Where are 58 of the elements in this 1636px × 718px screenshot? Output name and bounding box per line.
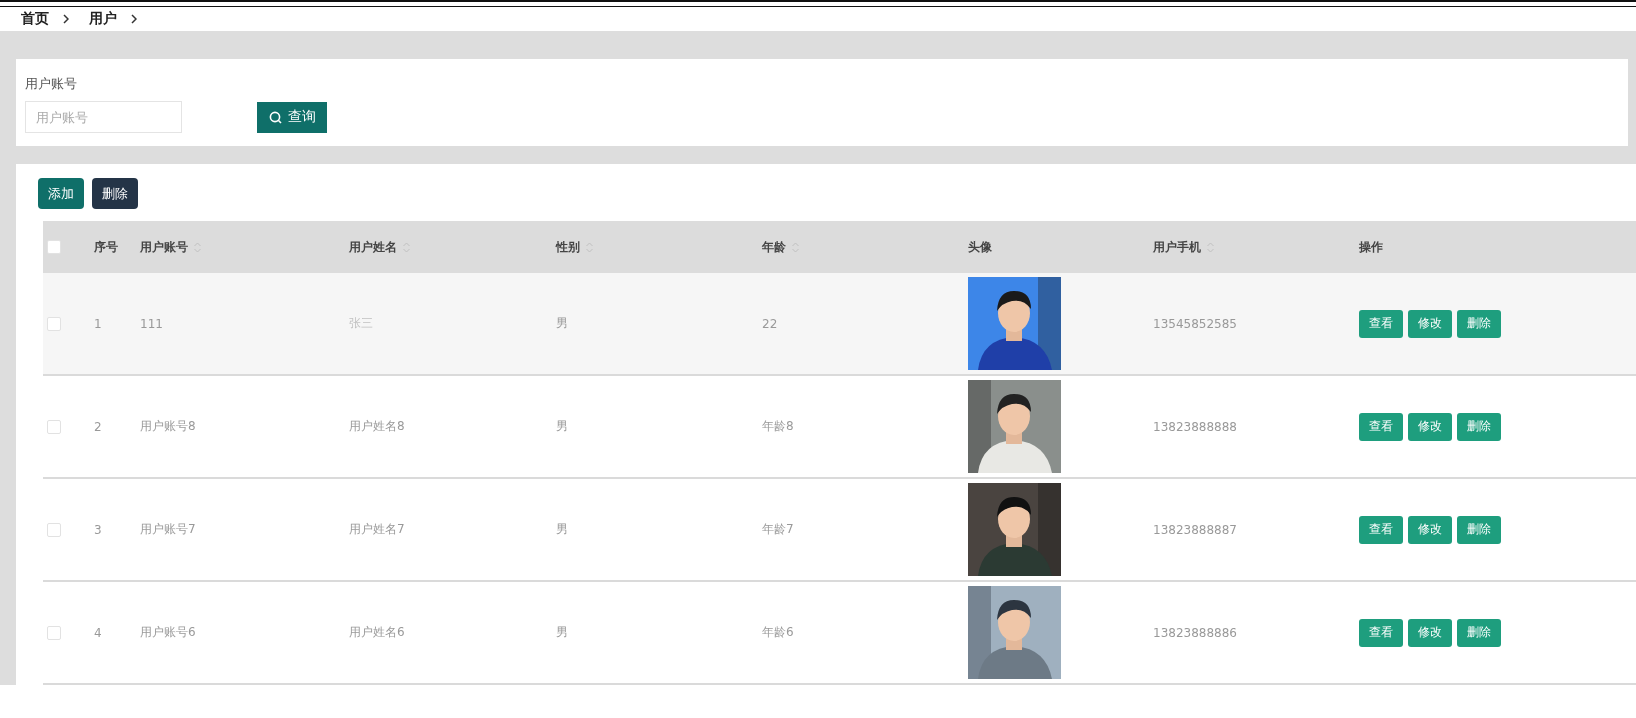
column-header: 性别 <box>556 238 580 256</box>
edit-button[interactable]: 修改 <box>1408 412 1452 441</box>
checkbox[interactable] <box>47 522 61 537</box>
account-search-field[interactable]: 用户账号 <box>25 101 182 133</box>
table-cell: 用户账号7 <box>140 521 196 538</box>
table-cell: 用户姓名8 <box>349 418 405 435</box>
table-cell: 13545852585 <box>1153 316 1237 331</box>
delete-button[interactable]: 删除 <box>92 178 138 209</box>
edit-button[interactable]: 修改 <box>1408 515 1452 544</box>
view-button[interactable]: 查看 <box>1359 309 1403 338</box>
search-icon <box>268 110 282 124</box>
delete-button[interactable]: 删除 <box>1457 515 1501 544</box>
table-cell: 用户账号8 <box>140 418 196 435</box>
checkbox[interactable] <box>47 419 61 434</box>
delete-button[interactable]: 删除 <box>1457 412 1501 441</box>
view-button[interactable]: 查看 <box>1359 618 1403 647</box>
table-cell: 3 <box>94 522 102 537</box>
delete-button[interactable]: 删除 <box>1457 618 1501 647</box>
table-cell: 男 <box>556 418 568 435</box>
table-cell: 年龄7 <box>762 521 794 538</box>
view-button[interactable]: 查看 <box>1359 412 1403 441</box>
table-cell: 年龄6 <box>762 624 794 641</box>
breadcrumb-link[interactable]: 首页 <box>21 10 49 28</box>
table-cell: 13823888887 <box>1153 522 1237 537</box>
table-cell: 男 <box>556 521 568 538</box>
column-header: 用户账号 <box>140 238 188 256</box>
table-cell: 13823888888 <box>1153 419 1237 434</box>
edit-button[interactable]: 修改 <box>1408 618 1452 647</box>
table-cell: 4 <box>94 625 102 640</box>
checkbox[interactable] <box>47 240 61 254</box>
table-cell: 用户姓名7 <box>349 521 405 538</box>
column-header: 年龄 <box>762 238 786 256</box>
table-cell: 男 <box>556 315 568 332</box>
field-label: 用户账号 <box>25 75 78 93</box>
column-header: 操作 <box>1359 238 1383 256</box>
add-button[interactable]: 添加 <box>38 178 84 209</box>
table-cell: 22 <box>762 316 778 331</box>
table-cell: 年龄8 <box>762 418 794 435</box>
table-cell: 用户姓名6 <box>349 624 405 641</box>
table-cell: 2 <box>94 419 102 434</box>
column-header: 序号 <box>94 238 118 256</box>
table-cell: 111 <box>140 316 163 331</box>
view-button[interactable]: 查看 <box>1359 515 1403 544</box>
column-header: 用户手机 <box>1153 238 1201 256</box>
table-cell: 用户账号6 <box>140 624 196 641</box>
checkbox[interactable] <box>47 316 61 331</box>
table-cell: 男 <box>556 624 568 641</box>
chevron-icon <box>131 14 137 24</box>
search-button[interactable]: 查询 <box>257 101 327 133</box>
table-cell: 13823888886 <box>1153 625 1237 640</box>
edit-button[interactable]: 修改 <box>1408 309 1452 338</box>
breadcrumb-link[interactable]: 用户 <box>89 10 117 28</box>
delete-button[interactable]: 删除 <box>1457 309 1501 338</box>
column-header: 用户姓名 <box>349 238 397 256</box>
chevron-icon <box>63 14 69 24</box>
checkbox[interactable] <box>47 625 61 640</box>
column-header: 头像 <box>968 238 992 256</box>
table-cell: 1 <box>94 316 102 331</box>
